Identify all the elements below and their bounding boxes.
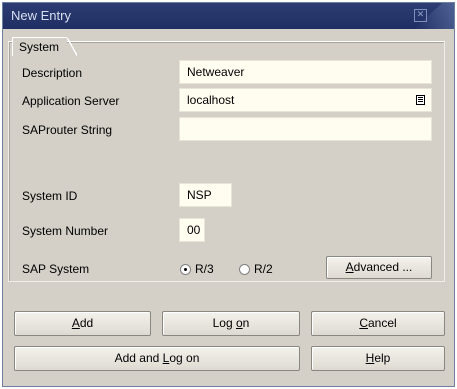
application-server-label: Application Server [22, 94, 120, 108]
add-button[interactable]: Add [14, 311, 151, 336]
title-bar[interactable]: New Entry ✕ [3, 3, 454, 29]
radio-r2[interactable]: R/2 [239, 262, 273, 276]
log-on-button-accesskey: o [235, 316, 243, 330]
system-number-label: System Number [22, 224, 109, 238]
system-number-value: 00 [187, 223, 201, 237]
description-label: Description [22, 66, 83, 80]
saprouter-string-label: SAProuter String [22, 123, 113, 137]
log-on-button[interactable]: Log on [162, 311, 300, 336]
radio-r3-indicator[interactable] [180, 263, 191, 275]
add-button-label-post: dd [79, 316, 94, 330]
description-value: Netweaver [187, 65, 245, 79]
radio-r2-indicator[interactable] [239, 263, 250, 275]
system-id-value: NSP [187, 188, 212, 202]
add-and-log-on-button-label-pre: Add and [114, 351, 163, 365]
radio-r3[interactable]: R/3 [180, 262, 214, 276]
application-server-value: localhost [187, 93, 235, 107]
radio-r2-label: R/2 [254, 262, 273, 276]
help-button-label-post: elp [374, 351, 391, 365]
add-and-log-on-button-label-post: og on [169, 351, 200, 365]
window-title: New Entry [11, 8, 71, 23]
application-server-field[interactable]: localhost [179, 88, 432, 112]
sap-system-label: SAP System [22, 262, 90, 276]
help-button[interactable]: Help [311, 346, 445, 371]
system-tab-label: System [19, 40, 60, 54]
description-field[interactable]: Netweaver [179, 60, 432, 84]
advanced-button-label-post: dvanced ... [353, 260, 413, 274]
log-on-button-label-pre: Log [212, 316, 236, 330]
radio-r3-label: R/3 [195, 262, 214, 276]
value-help-icon[interactable] [416, 95, 425, 105]
close-icon[interactable]: ✕ [414, 9, 427, 22]
cancel-button[interactable]: Cancel [311, 311, 445, 336]
system-id-field[interactable]: NSP [179, 183, 232, 207]
advanced-button[interactable]: Advanced ... [326, 256, 432, 279]
system-id-label: System ID [22, 189, 78, 203]
advanced-button-accesskey: A [345, 260, 354, 274]
saprouter-string-field[interactable] [179, 117, 432, 141]
cancel-button-label-post: ancel [367, 316, 397, 330]
log-on-button-label-post: n [242, 316, 250, 330]
cancel-button-accesskey: C [359, 316, 368, 330]
system-tab: System [12, 37, 78, 56]
add-and-log-on-button[interactable]: Add and Log on [14, 346, 300, 371]
add-button-accesskey: A [71, 316, 80, 330]
system-number-field[interactable]: 00 [179, 218, 205, 242]
